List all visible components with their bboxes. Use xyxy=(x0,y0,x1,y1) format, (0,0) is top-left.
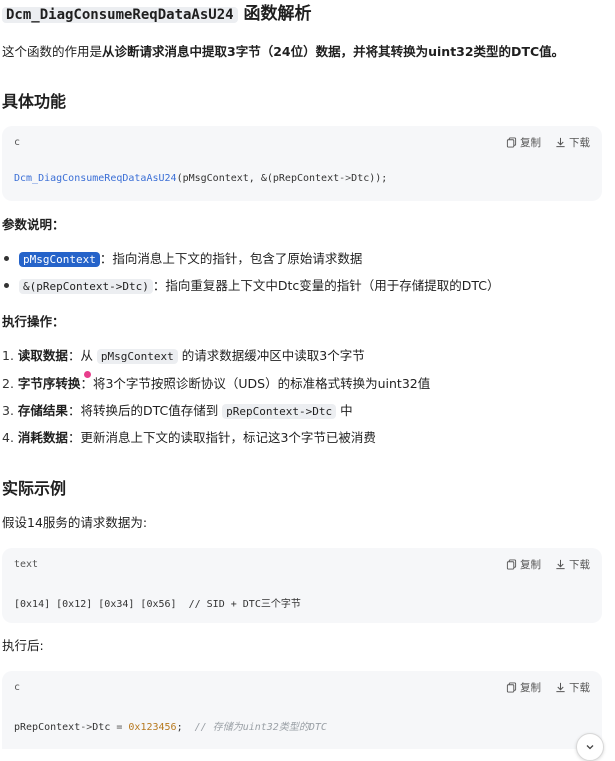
section-heading-example: 实际示例 xyxy=(2,479,67,498)
op-text-b: 中 xyxy=(336,403,353,418)
download-button[interactable]: 下载 xyxy=(555,680,590,695)
download-icon xyxy=(556,559,565,570)
code-field: Dtc xyxy=(92,722,111,733)
intro-paragraph: 这个函数的作用是从诊断请求消息中提取3字节（24位）数据，并将其转换为uint3… xyxy=(2,42,564,62)
copy-button[interactable]: 复制 xyxy=(506,557,541,572)
op-bold: 读取数据 xyxy=(17,348,68,363)
page-title: Dcm_DiagConsumeReqDataAsU24 函数解析 xyxy=(2,2,312,27)
copy-label: 复制 xyxy=(520,559,541,571)
function-name: Dcm_DiagConsumeReqDataAsU24 xyxy=(2,7,238,23)
op-item: 1. 读取数据：从 pMsgContext 的请求数据缓冲区中读取3个字节 xyxy=(2,346,365,367)
op-bold: 消耗数据 xyxy=(17,430,68,445)
code-line: [0x14] [0x12] [0x34] [0x56] // SID + DTC… xyxy=(14,599,301,610)
copy-button[interactable]: 复制 xyxy=(506,680,541,695)
code-semi: ; xyxy=(176,722,195,733)
code-eq: = xyxy=(110,722,129,733)
op-text-a: ：更新消息上下文的读取指针，标记这3个字节已被消费 xyxy=(67,430,376,445)
code-args-b: Dtc)); xyxy=(351,173,388,184)
title-suffix: 函数解析 xyxy=(243,4,312,24)
copy-label: 复制 xyxy=(520,682,541,694)
section-heading-function: 具体功能 xyxy=(2,92,67,111)
op-chip: pMsgContext xyxy=(96,349,178,364)
download-label: 下载 xyxy=(569,137,590,149)
chevron-down-icon xyxy=(586,745,594,750)
param-chip: &(pRepContext->Dtc) xyxy=(19,279,153,294)
code-arrow: -> xyxy=(339,173,352,184)
op-bold: 字节序转换 xyxy=(17,376,81,391)
intro-bold: 从诊断请求消息中提取3字节（24位）数据，并将其转换为uint32类型的DTC值… xyxy=(102,44,565,59)
code-comment: // 存储为uint32类型的DTC xyxy=(194,722,327,733)
code-function: Dcm_DiagConsumeReqDataAsU24 xyxy=(14,173,177,184)
code-arrow: -> xyxy=(80,722,93,733)
code-lang-label: c xyxy=(14,137,21,148)
download-icon xyxy=(556,137,565,148)
code-line: pRepContext->Dtc = 0x123456; // 存储为uint3… xyxy=(14,718,327,733)
copy-button[interactable]: 复制 xyxy=(506,135,541,150)
op-text-a: ：从 xyxy=(67,348,97,363)
op-item: 2. 字节序转换：将3个字节按照诊断协议（UDS）的标准格式转换为uint32值 xyxy=(2,374,430,394)
param-text: ：指向重复器上下文中Dtc变量的指针（用于存储提取的DTC） xyxy=(152,278,500,293)
download-button[interactable]: 下载 xyxy=(555,557,590,572)
after-label: 执行后: xyxy=(2,638,44,653)
code-value: 0x123456 xyxy=(128,722,177,733)
code-block-3: c 复制 下载 pRepContext->Dtc = 0x123456; // … xyxy=(2,671,602,749)
copy-icon xyxy=(506,559,517,570)
copy-label: 复制 xyxy=(520,137,541,149)
scroll-down-button[interactable] xyxy=(576,733,604,761)
params-heading: 参数说明： xyxy=(2,217,65,232)
copy-icon xyxy=(506,682,517,693)
code-actions: 复制 下载 xyxy=(506,557,590,572)
code-lhs: pRepContext xyxy=(14,722,81,733)
code-line: Dcm_DiagConsumeReqDataAsU24(pMsgContext,… xyxy=(14,173,387,184)
code-actions: 复制 下载 xyxy=(506,135,590,150)
bullet xyxy=(4,283,9,288)
bullet xyxy=(4,256,9,261)
op-number: 2. xyxy=(2,376,14,391)
intro-prefix: 这个函数的作用是 xyxy=(2,44,103,59)
op-item: 4. 消耗数据：更新消息上下文的读取指针，标记这3个字节已被消费 xyxy=(2,428,376,448)
copy-icon xyxy=(506,137,517,148)
code-lang-label: text xyxy=(14,559,39,570)
code-block-1: c 复制 下载 Dcm_DiagConsumeReqDataAsU24(pMsg… xyxy=(2,126,602,201)
op-item: 3. 存储结果：将转换后的DTC值存储到 pRepContext->Dtc 中 xyxy=(2,401,353,422)
op-number: 3. xyxy=(2,403,14,418)
param-chip: pMsgContext xyxy=(19,252,100,267)
download-button[interactable]: 下载 xyxy=(555,135,590,150)
ops-heading: 执行操作： xyxy=(2,314,65,329)
op-number: 4. xyxy=(2,430,14,445)
code-actions: 复制 下载 xyxy=(506,680,590,695)
download-label: 下载 xyxy=(569,682,590,694)
param-text: ：指向消息上下文的指针，包含了原始请求数据 xyxy=(99,251,363,266)
op-text-b: 的请求数据缓冲区中读取3个字节 xyxy=(177,348,365,363)
op-text-a: ：将转换后的DTC值存储到 xyxy=(67,403,223,418)
param-item: &(pRepContext->Dtc) ：指向重复器上下文中Dtc变量的指针（用于… xyxy=(2,276,500,297)
op-number: 1. xyxy=(2,348,14,363)
code-lang-label: c xyxy=(14,682,21,693)
cursor-marker xyxy=(84,371,91,378)
download-label: 下载 xyxy=(569,559,590,571)
op-bold: 存储结果 xyxy=(17,403,68,418)
op-text-a: ：将3个字节按照诊断协议（UDS）的标准格式转换为uint32值 xyxy=(80,376,431,391)
code-args-a: (pMsgContext, &(pRepContext xyxy=(176,173,340,184)
op-chip: pRepContext->Dtc xyxy=(222,404,337,419)
download-icon xyxy=(556,682,565,693)
code-block-2: text 复制 下载 [0x14] [0x12] [0x34] [0x56] /… xyxy=(2,548,602,623)
example-intro: 假设14服务的请求数据为: xyxy=(2,515,148,530)
param-item: pMsgContext ：指向消息上下文的指针，包含了原始请求数据 xyxy=(2,249,362,270)
